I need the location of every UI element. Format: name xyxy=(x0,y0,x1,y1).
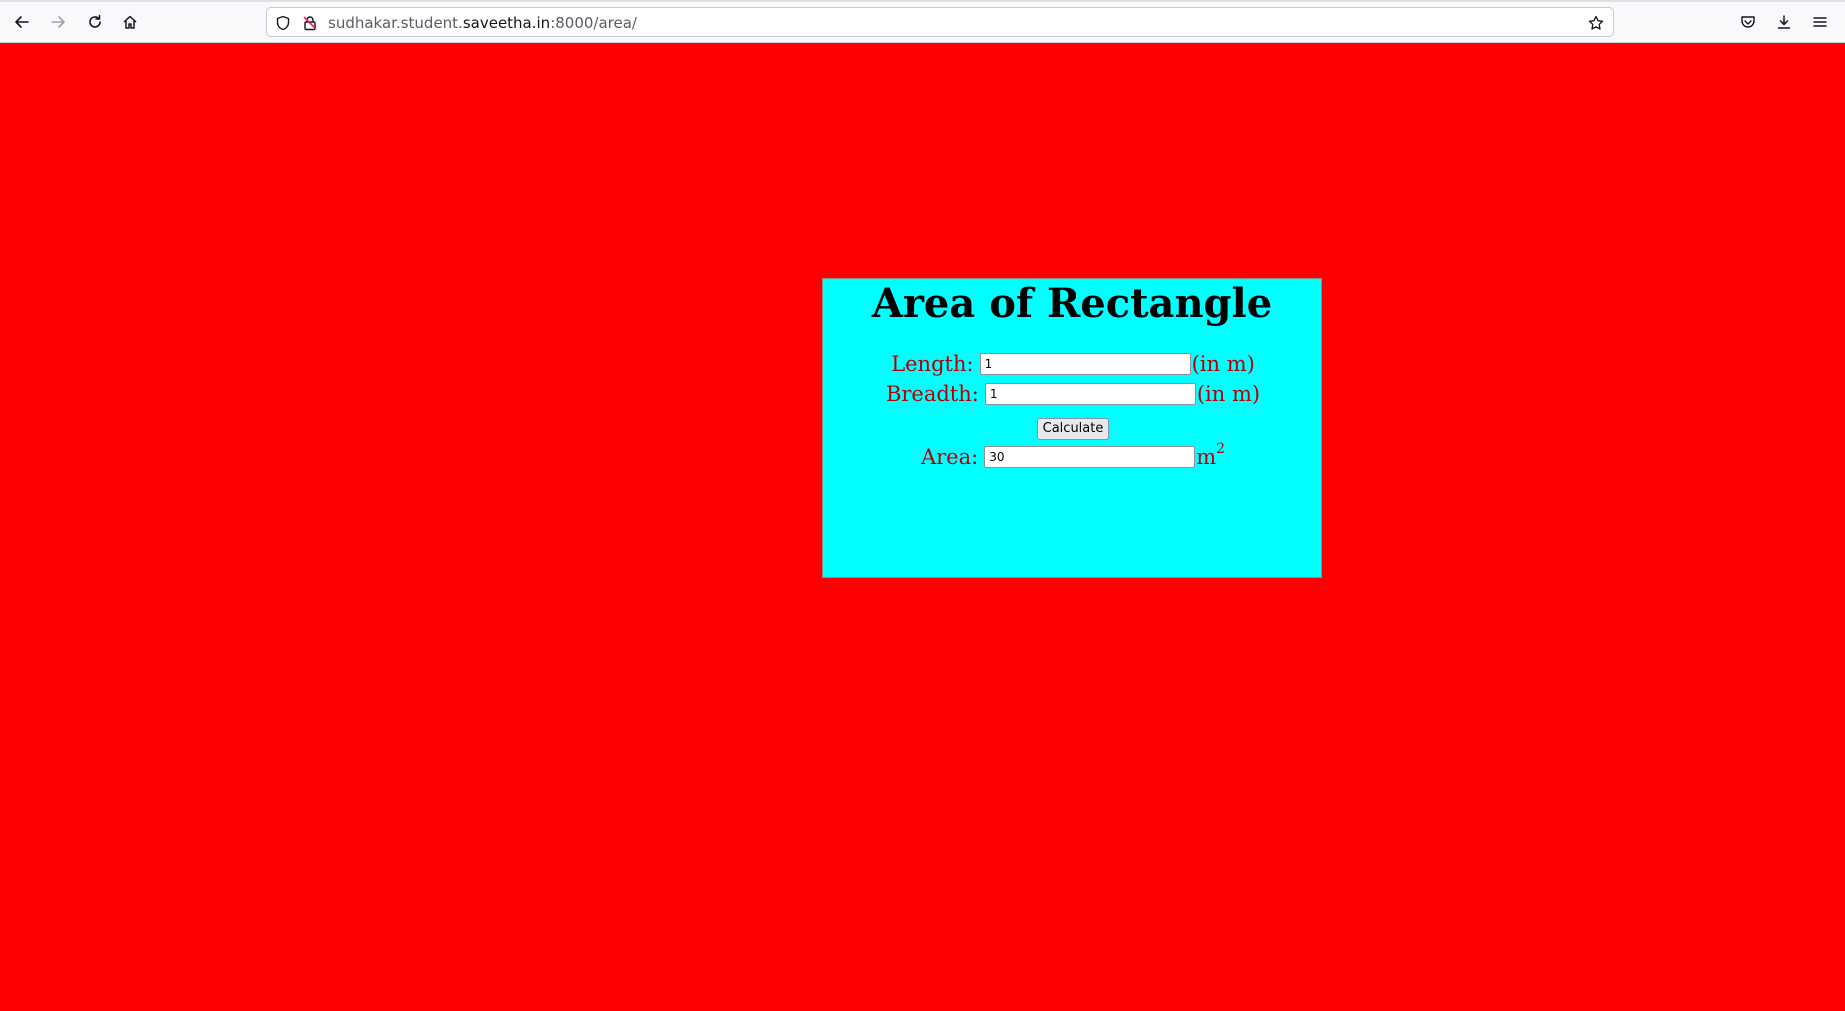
back-icon xyxy=(15,16,29,28)
url-suffix: :8000/area/ xyxy=(550,14,637,32)
area-output[interactable] xyxy=(984,446,1196,468)
pocket-button[interactable] xyxy=(1734,8,1762,36)
calculate-button[interactable]: Calculate xyxy=(1036,417,1110,440)
browser-toolbar: sudhakar.student.saveetha.in:8000/area/ xyxy=(0,0,1845,43)
back-button[interactable] xyxy=(8,8,36,36)
reload-button[interactable] xyxy=(81,8,109,36)
length-label: Length: xyxy=(891,352,974,376)
area-unit-exponent: 2 xyxy=(1216,441,1226,457)
breadth-row: Breadth: (in m) xyxy=(823,382,1323,406)
url-host: saveetha.in xyxy=(462,14,551,32)
area-unit-base: m xyxy=(1196,445,1217,469)
length-unit: (in m) xyxy=(1191,352,1255,376)
length-row: Length: (in m) xyxy=(823,352,1323,376)
forward-icon xyxy=(51,16,65,28)
area-unit: m2 xyxy=(1196,441,1225,469)
breadth-label: Breadth: xyxy=(885,382,979,406)
url-prefix: sudhakar.student. xyxy=(328,14,463,32)
area-calculator-card: Area of Rectangle Length: (in m) Breadth… xyxy=(822,278,1322,578)
address-bar[interactable]: sudhakar.student.saveetha.in:8000/area/ xyxy=(266,7,1614,37)
pocket-icon xyxy=(1741,16,1755,28)
page-title: Area of Rectangle xyxy=(871,280,1273,327)
download-icon xyxy=(1777,15,1791,29)
forward-button[interactable] xyxy=(44,8,72,36)
bookmark-star-icon[interactable] xyxy=(1588,15,1604,31)
shield-icon[interactable] xyxy=(275,15,291,31)
menu-icon xyxy=(1813,17,1827,27)
length-input[interactable] xyxy=(979,353,1191,375)
home-icon xyxy=(123,15,137,29)
breadth-unit: (in m) xyxy=(1196,382,1261,406)
url-text[interactable]: sudhakar.student.saveetha.in:8000/area/ xyxy=(328,14,637,32)
app-menu-button[interactable] xyxy=(1806,8,1834,36)
area-label: Area: xyxy=(920,445,979,469)
tab-strip-edge xyxy=(0,0,1845,2)
calculate-row: Calculate xyxy=(823,417,1323,440)
insecure-lock-icon[interactable] xyxy=(302,15,318,31)
area-row: Area: m2 xyxy=(823,441,1323,469)
home-button[interactable] xyxy=(116,8,144,36)
breadth-input[interactable] xyxy=(984,383,1196,405)
reload-icon xyxy=(89,14,101,28)
downloads-button[interactable] xyxy=(1770,8,1798,36)
